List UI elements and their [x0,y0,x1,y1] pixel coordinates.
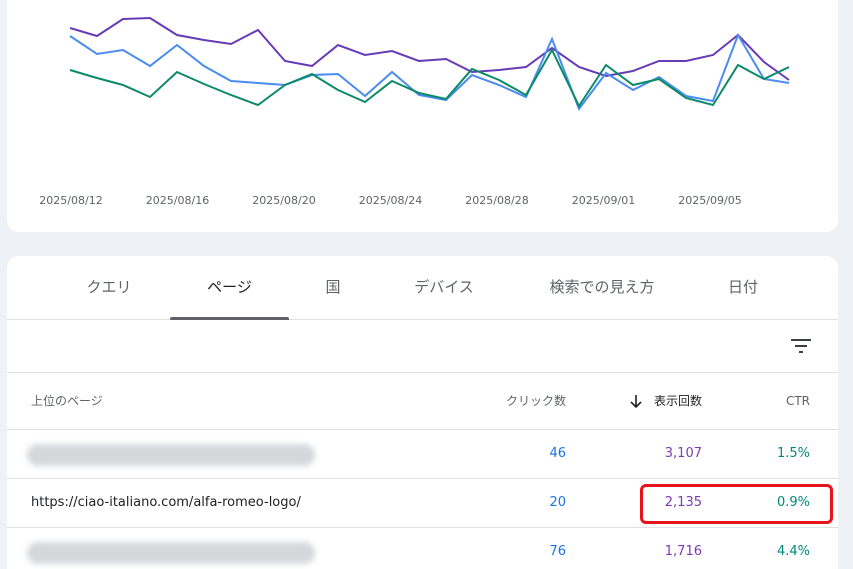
impressions-value: 1,716 [664,544,702,559]
dimension-tabs: クエリ ページ 国 デバイス 検索での見え方 日付 [7,256,838,320]
redacted-page-url [27,542,315,564]
x-axis-tick-label: 2025/08/28 [465,194,528,207]
clicks-value: 76 [549,544,566,559]
x-axis-tick-label: 2025/08/16 [146,194,209,207]
tab-queries[interactable]: クエリ [60,256,158,320]
table-row[interactable]: 76 1,716 4.4% [7,528,838,569]
impressions-value: 3,107 [664,446,702,461]
performance-chart-card: 2025/08/12 2025/08/16 2025/08/20 2025/08/24… [7,0,838,232]
filter-row [7,320,838,373]
column-header-page[interactable]: 上位のページ [31,373,103,429]
column-header-impressions[interactable]: 表示回数 [637,373,702,429]
x-axis-tick-label: 2025/08/24 [359,194,422,207]
clicks-value: 46 [549,446,566,461]
clicks-value: 20 [549,495,566,510]
ctr-value: 4.4% [776,544,810,559]
x-axis-tick-label: 2025/09/01 [572,194,635,207]
x-axis-tick-label: 2025/09/05 [678,194,741,207]
redacted-page-url [27,444,315,466]
table-header: 上位のページ クリック数 表示回数 CTR [7,373,838,430]
column-header-clicks[interactable]: クリック数 [477,373,566,429]
series-line-purple [69,16,790,81]
column-header-ctr[interactable]: CTR [747,373,810,429]
page-url[interactable]: https://ciao-italiano.com/alfa-romeo-log… [31,479,301,527]
ctr-value: 1.5% [776,446,810,461]
table-row[interactable]: 46 3,107 1.5% [7,430,838,479]
tab-search-appearance[interactable]: 検索での見え方 [532,256,672,320]
tab-devices[interactable]: デバイス [395,256,493,320]
tab-dates[interactable]: 日付 [707,256,779,320]
tab-pages[interactable]: ページ [170,256,289,320]
annotation-highlight-box [640,484,833,524]
x-axis-tick-label: 2025/08/20 [252,194,315,207]
x-axis-tick-label: 2025/08/12 [39,194,102,207]
performance-chart: 2025/08/12 2025/08/16 2025/08/20 2025/08/24… [39,16,790,207]
filter-icon[interactable] [789,336,813,356]
report-table-card: クエリ ページ 国 デバイス 検索での見え方 日付 上位のページ クリック数 表… [7,256,838,569]
tab-countries[interactable]: 国 [307,256,359,320]
